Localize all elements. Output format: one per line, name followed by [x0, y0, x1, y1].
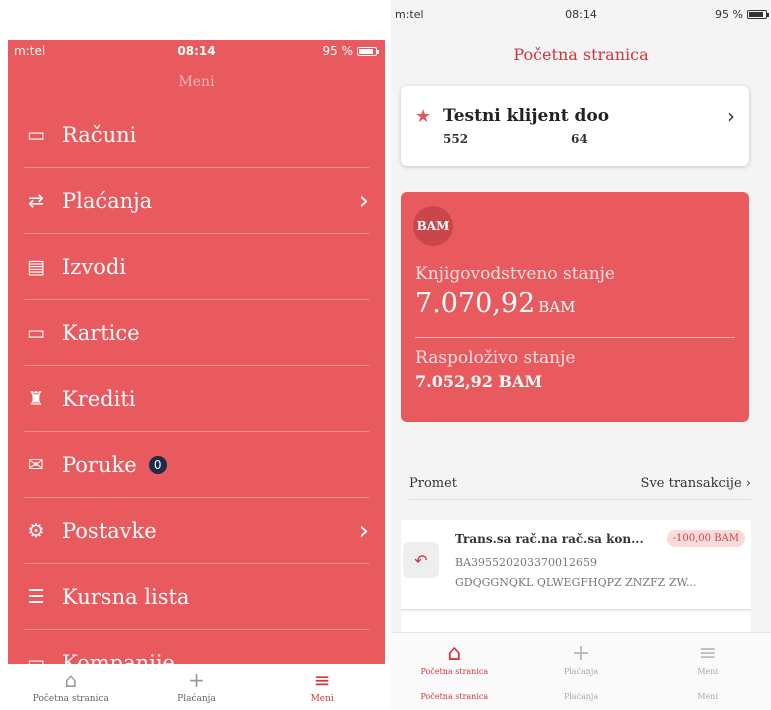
home-screen: m:tel 08:14 95 % Početna stranica ★ Test…	[391, 0, 771, 710]
currency-badge: BAM	[413, 206, 453, 246]
money-bag-icon: ♜	[27, 387, 45, 410]
menu-item-postavke[interactable]: ⚙ Postavke ›	[24, 498, 369, 564]
available-balance-value: 7.052,92 BAM	[415, 372, 543, 391]
tab-label: Meni	[697, 667, 718, 676]
transactions-title: Promet	[409, 476, 458, 491]
menu-item-label: Kartice	[62, 320, 140, 345]
status-bar: m:tel 08:14 95 %	[391, 0, 771, 22]
page-title: Početna stranica	[513, 45, 649, 64]
wallet-icon: ▭	[27, 123, 45, 146]
menu-item-label: Izvodi	[62, 254, 127, 279]
menu-item-label: Poruke	[62, 452, 137, 477]
menu-screen: m:tel 08:14 95 % Meni ▭ Računi ⇄ Plaćanj…	[8, 40, 385, 710]
all-transactions-link[interactable]: Sve transakcije ›	[641, 476, 751, 499]
transfer-back-icon: ↶	[403, 542, 439, 578]
menu-item-label: Kursna lista	[62, 584, 190, 609]
menu-item-label: Računi	[62, 122, 137, 147]
plus-icon: +	[571, 641, 591, 666]
chevron-right-icon: ›	[745, 476, 751, 491]
document-icon: ▤	[27, 255, 45, 278]
gear-icon: ⚙	[27, 519, 45, 542]
book-balance-label: Knjigovodstveno stanje	[415, 264, 615, 284]
battery-icon	[357, 46, 379, 56]
book-balance-value: 7.070,92	[415, 288, 536, 319]
menu-item-label: Kompanije	[62, 650, 175, 665]
list-icon: ☰	[27, 585, 45, 608]
card-icon: ▭	[27, 321, 45, 344]
menu-item-label: Krediti	[62, 386, 136, 411]
tab-label: Početna stranica	[32, 694, 109, 704]
menu-item-krediti[interactable]: ♜ Krediti	[24, 366, 369, 432]
chevron-right-icon: ›	[358, 185, 369, 216]
menu-item-label: Postavke	[62, 518, 157, 543]
status-time: 08:14	[565, 8, 597, 21]
tab-label: Plaćanja	[563, 667, 599, 676]
tab-label: Plaćanja	[177, 694, 216, 704]
book-balance-amount: 7.070,92 BAM	[415, 288, 575, 319]
transaction-description: Trans.sa rač.na rač.sa kon...	[455, 532, 644, 546]
tab-bar: ⌂ Početna stranica Početna stranica + Pl…	[391, 632, 771, 710]
page-title: Meni	[178, 74, 215, 90]
battery-indicator: 95 %	[322, 44, 379, 58]
chevron-right-icon: ›	[727, 104, 735, 128]
transaction-reference: GDQGGNQKL QLWEGFHQPZ ZNZFZ ZW...	[455, 576, 697, 589]
menu-panel: m:tel 08:14 95 % Meni ▭ Računi ⇄ Plaćanj…	[8, 40, 385, 664]
tab-payments[interactable]: + Plaćanja Plaćanja	[518, 633, 645, 710]
chevron-right-icon: ›	[358, 515, 369, 546]
battery-indicator: 95 %	[715, 8, 769, 21]
transaction-amount: -100,00 BAM	[666, 530, 745, 547]
available-balance-label: Raspoloživo stanje	[415, 348, 576, 368]
all-transactions-label: Sve transakcije	[640, 476, 742, 491]
carrier-label: m:tel	[395, 8, 424, 21]
company-icon: ▭	[27, 651, 45, 665]
tab-menu[interactable]: ≡ Meni	[259, 664, 385, 710]
transactions-header: Promet Sve transakcije ›	[409, 476, 751, 500]
menu-item-izvodi[interactable]: ▤ Izvodi	[24, 234, 369, 300]
tab-menu[interactable]: ≡ Meni Meni	[644, 633, 771, 710]
menu-item-kartice[interactable]: ▭ Kartice	[24, 300, 369, 366]
battery-percent: 95 %	[322, 44, 354, 58]
tab-label-secondary: Meni	[697, 692, 718, 701]
home-icon: ⌂	[64, 668, 78, 692]
tab-label-secondary: Početna stranica	[420, 692, 489, 701]
divider	[415, 337, 735, 338]
plus-icon: +	[188, 668, 205, 692]
menu-item-placanja[interactable]: ⇄ Plaćanja ›	[24, 168, 369, 234]
client-card[interactable]: ★ Testni klijent doo 552 64 ›	[401, 86, 749, 166]
account-card[interactable]: BAM Knjigovodstveno stanje 7.070,92 BAM R…	[401, 192, 749, 422]
unread-count-badge: 0	[148, 455, 167, 474]
home-icon: ⌂	[447, 641, 462, 666]
menu-icon: ≡	[313, 668, 331, 692]
tab-label: Početna stranica	[420, 667, 489, 676]
client-number-2: 64	[571, 132, 588, 146]
transaction-row[interactable]: ↶ Trans.sa rač.na rač.sa kon... -100,00 …	[401, 520, 751, 610]
carrier-label: m:tel	[14, 44, 46, 58]
status-time: 08:14	[177, 44, 216, 58]
transaction-account: BA395520203370012659	[455, 556, 598, 569]
envelope-icon: ✉	[28, 453, 44, 476]
menu-item-poruke[interactable]: ✉ Poruke 0	[24, 432, 369, 498]
menu-item-label: Plaćanja	[62, 188, 153, 213]
star-icon: ★	[415, 106, 432, 127]
tab-payments[interactable]: + Plaćanja	[134, 664, 260, 710]
book-balance-currency: BAM	[538, 298, 576, 316]
client-name: Testni klijent doo	[443, 106, 610, 126]
battery-icon	[747, 10, 769, 19]
tab-home[interactable]: ⌂ Početna stranica	[8, 664, 134, 710]
menu-item-kompanije[interactable]: ▭ Kompanije	[24, 630, 369, 665]
tab-bar: ⌂ Početna stranica + Plaćanja ≡ Meni	[8, 664, 385, 710]
menu-item-kursna-lista[interactable]: ☰ Kursna lista	[24, 564, 369, 630]
tab-label: Meni	[310, 694, 334, 704]
client-number-1: 552	[443, 132, 469, 146]
transfer-icon: ⇄	[28, 189, 44, 212]
tab-label-secondary: Plaćanja	[563, 692, 599, 701]
status-bar: m:tel 08:14 95 %	[8, 40, 385, 62]
tab-home[interactable]: ⌂ Početna stranica Početna stranica	[391, 633, 518, 710]
menu-list: ▭ Računi ⇄ Plaćanja › ▤ Izvodi ▭ Kartice…	[24, 102, 369, 664]
menu-icon: ≡	[698, 641, 717, 666]
transaction-row[interactable]	[401, 612, 751, 632]
menu-item-racuni[interactable]: ▭ Računi	[24, 102, 369, 168]
battery-percent: 95 %	[715, 8, 743, 21]
